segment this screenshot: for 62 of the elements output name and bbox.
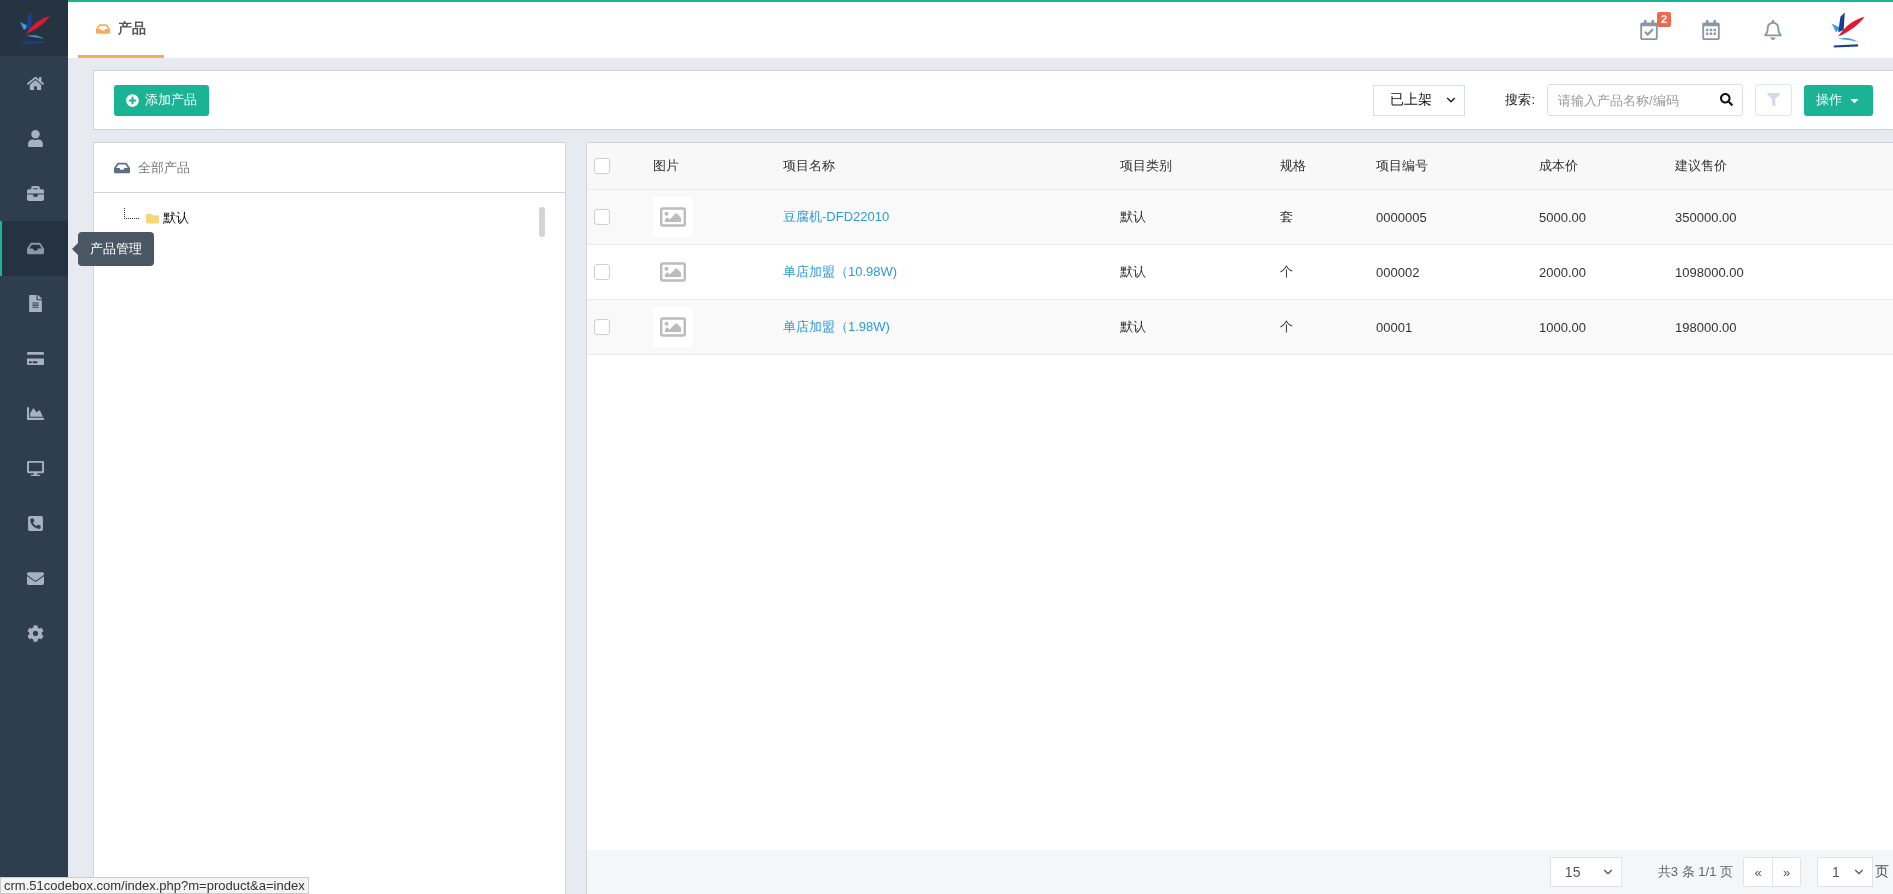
filter-icon	[1766, 93, 1781, 107]
table-cell-text: 默认	[1120, 318, 1147, 336]
column-header: 项目类别	[1120, 157, 1173, 175]
row-checkbox[interactable]	[594, 209, 610, 225]
column-header: 建议售价	[1675, 157, 1728, 175]
table-cell-text: 350000.00	[1675, 209, 1738, 225]
phone-icon	[26, 515, 44, 532]
image-placeholder-icon	[653, 307, 693, 347]
table-cell-text: 默认	[1120, 263, 1147, 281]
table-cell-text: 1098000.00	[1675, 264, 1745, 280]
envelope-icon	[26, 570, 44, 587]
settings-icon	[26, 625, 44, 642]
monitor-icon	[26, 460, 44, 477]
row-checkbox[interactable]	[594, 264, 610, 280]
folder-icon	[146, 211, 159, 225]
column-header: 项目名称	[783, 157, 836, 175]
scrollbar[interactable]	[539, 207, 545, 237]
area-chart-icon	[26, 405, 44, 422]
page-size-select[interactable]: 15	[1549, 857, 1622, 887]
table-cell-text: 00001	[1376, 319, 1414, 335]
document-icon	[26, 295, 44, 312]
home-icon	[26, 75, 44, 92]
tree-title: 全部产品	[138, 158, 190, 177]
search-field[interactable]: 请输入产品名称/编码	[1547, 84, 1743, 116]
table-cell-text: 2000.00	[1539, 264, 1587, 280]
table-cell-text: 个	[1280, 318, 1294, 336]
prev-page-button[interactable]: «	[1744, 858, 1772, 886]
table-cell-text: 1000.00	[1539, 319, 1587, 335]
table-cell-text: 个	[1280, 263, 1294, 281]
inbox-icon	[96, 21, 110, 36]
search-label: 搜索:	[1505, 91, 1535, 109]
table-cell-text: 套	[1280, 208, 1294, 226]
image-placeholder-icon	[653, 197, 693, 237]
column-header: 项目编号	[1376, 157, 1429, 175]
status-select[interactable]: 已上架	[1373, 84, 1466, 116]
bell-icon[interactable]	[1763, 20, 1783, 40]
table-cell-text: 5000.00	[1539, 209, 1587, 225]
user-icon	[26, 130, 44, 147]
row-checkbox[interactable]	[594, 319, 610, 335]
table-cell-text: 000002	[1376, 264, 1421, 280]
page-suffix: 页	[1875, 863, 1889, 881]
select-all-checkbox[interactable]	[594, 158, 610, 174]
column-header: 图片	[653, 157, 680, 175]
credit-card-icon	[26, 350, 44, 367]
calendar-icon[interactable]	[1701, 20, 1721, 40]
briefcase-icon	[26, 185, 44, 202]
calendar-check-icon[interactable]	[1639, 20, 1659, 40]
inbox-icon	[26, 240, 44, 257]
column-header: 成本价	[1539, 157, 1579, 175]
search-icon[interactable]	[1720, 93, 1733, 106]
tooltip: 产品管理	[72, 231, 154, 266]
table-cell-text: 0000005	[1376, 209, 1428, 225]
plus-icon	[126, 93, 139, 107]
page-info: 共3 条 1/1 页	[1657, 863, 1733, 881]
column-header: 规格	[1280, 157, 1307, 175]
table-cell-text: 198000.00	[1675, 319, 1738, 335]
page-select[interactable]: 1	[1817, 857, 1873, 887]
tab[interactable]: 产品	[78, 2, 164, 58]
table-cell-text: 默认	[1120, 208, 1147, 226]
count-badge: 2	[1656, 12, 1671, 27]
next-page-button[interactable]: »	[1772, 858, 1800, 886]
status-bar: crm.51codebox.com/index.php?m=product&a=index	[0, 877, 309, 894]
